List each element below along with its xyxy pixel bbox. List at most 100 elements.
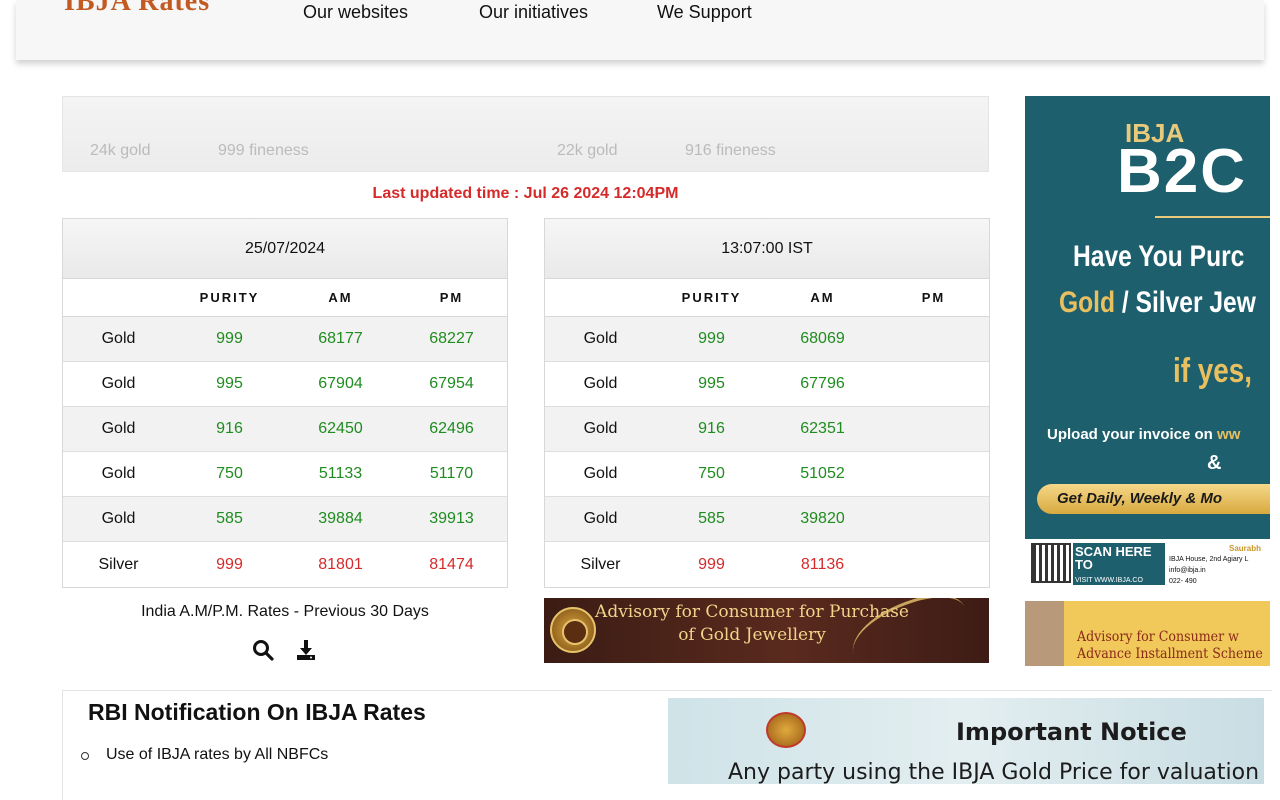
metal-cell: Silver — [580, 555, 621, 573]
ad-upload-link: ww — [1217, 426, 1241, 443]
metal-cell: Gold — [101, 375, 136, 392]
metal-cell: Gold — [583, 330, 618, 347]
am-rate-cell: 51052 — [800, 465, 845, 482]
purity-cell: 999 — [698, 330, 725, 347]
metal-cell: Gold — [583, 510, 618, 527]
pm-rate-cell: 81474 — [429, 555, 474, 573]
ad-if-yes: if yes, — [1173, 352, 1253, 390]
pm-rate-cell: 51170 — [429, 465, 474, 482]
purity-cell: 916 — [698, 420, 725, 437]
ad-headline-rest: / Silver Jew — [1115, 286, 1256, 319]
table-row: Gold 999 68069 — [545, 317, 989, 362]
table-column-headers: PURITY AM PM — [545, 279, 989, 317]
advance-ad-line-2: Advance Installment Scheme — [1077, 646, 1263, 662]
advisory-purchase-banner[interactable]: Advisory for Consumer for Purchase of Go… — [544, 598, 989, 663]
column-header-pm: PM — [439, 290, 464, 305]
ibja-emblem-icon — [550, 607, 596, 653]
purity-cell: 999 — [216, 555, 243, 573]
purity-cell: 995 — [216, 375, 243, 392]
rbi-link-nbfcs[interactable]: Use of IBJA rates by All NBFCs — [106, 746, 328, 764]
download-icon[interactable] — [294, 638, 318, 662]
rates-table-today: 13:07:00 IST PURITY AM PM Gold 999 68069… — [544, 218, 990, 588]
am-rate-cell: 68069 — [800, 330, 845, 347]
metal-cell: Gold — [101, 465, 136, 482]
purity-cell: 585 — [216, 510, 243, 527]
bullet-icon — [81, 752, 89, 760]
ad-contact-name: Saurabh — [1229, 544, 1262, 553]
column-header-purity: PURITY — [199, 290, 260, 305]
am-rate-cell: 81801 — [318, 555, 363, 573]
table-row: Silver 999 81136 — [545, 542, 989, 587]
am-rate-cell: 62351 — [800, 420, 845, 437]
purity-cell: 995 — [698, 375, 725, 392]
table-row: Gold 750 51052 — [545, 452, 989, 497]
purity-cell: 585 — [698, 510, 725, 527]
ad-address: Saurabh IBJA House, 2nd Agiary L info@ib… — [1169, 543, 1261, 587]
nav-our-initiatives[interactable]: Our initiatives — [479, 2, 588, 23]
table-row: Gold 585 39884 39913 — [63, 497, 507, 542]
column-header-am: AM — [328, 290, 353, 305]
important-notice-banner[interactable]: Important Notice Any party using the IBJ… — [668, 698, 1264, 784]
ad-footer: SCAN HERE TO VISIT WWW.IBJA.CO Saurabh IB… — [1025, 539, 1270, 588]
table-row: Gold 750 51133 51170 — [63, 452, 507, 497]
rate-ticker: 24k gold 999 fineness 22k gold 916 finen… — [62, 96, 989, 172]
purity-cell: 750 — [216, 465, 243, 482]
column-header-am: AM — [810, 290, 835, 305]
ad-phone: 022- 490 — [1169, 578, 1197, 585]
nav-our-websites[interactable]: Our websites — [303, 2, 408, 23]
am-rate-cell: 67904 — [318, 375, 363, 392]
notice-subtitle: Any party using the IBJA Gold Price for … — [728, 760, 1260, 784]
purity-cell: 916 — [216, 420, 243, 437]
notice-title: Important Notice — [956, 718, 1187, 746]
ticker-fineness-999: 999 fineness — [218, 142, 309, 159]
table-date-heading: 25/07/2024 — [63, 219, 507, 279]
ticker-fineness-916: 916 fineness — [685, 142, 776, 159]
site-header: IBJA Rates Our websites Our initiatives … — [16, 0, 1264, 60]
column-header-pm: PM — [921, 290, 946, 305]
search-icon[interactable] — [251, 638, 275, 662]
am-rate-cell: 39820 — [800, 510, 845, 527]
purity-cell: 999 — [698, 555, 725, 573]
b2c-sidebar-ad[interactable]: IBJA B2C Have You Purc Gold / Silver Jew… — [1025, 96, 1270, 588]
ad-upload-label: Upload your invoice on — [1047, 426, 1218, 443]
am-rate-cell: 39884 — [318, 510, 363, 527]
ticker-label-22k: 22k gold — [557, 142, 618, 159]
table-row: Gold 916 62351 — [545, 407, 989, 452]
ad-scan-url: VISIT WWW.IBJA.CO — [1075, 577, 1143, 584]
column-header-purity: PURITY — [681, 290, 742, 305]
ad-brand: B2C — [1117, 137, 1248, 206]
site-logo[interactable]: IBJA Rates — [64, 0, 210, 18]
am-rate-cell: 51133 — [318, 465, 363, 482]
am-rate-cell: 67796 — [800, 375, 845, 392]
rbi-section-title: RBI Notification On IBJA Rates — [88, 699, 426, 725]
ad-headline-1: Have You Purc — [1073, 240, 1245, 273]
advance-installment-ad[interactable]: Advisory for Consumer w Advance Installm… — [1025, 601, 1270, 666]
nav-we-support[interactable]: We Support — [657, 2, 752, 23]
pm-rate-cell: 68227 — [429, 330, 474, 347]
table-row: Gold 995 67904 67954 — [63, 362, 507, 407]
ad-headline-gold: Gold — [1059, 286, 1116, 319]
ad-ampersand: & — [1207, 452, 1222, 474]
ad-offer-pill: Get Daily, Weekly & Mo — [1037, 484, 1270, 514]
pm-rate-cell: 62496 — [429, 420, 474, 437]
table-row: Gold 999 68177 68227 — [63, 317, 507, 362]
metal-cell: Gold — [101, 330, 136, 347]
table-row: Silver 999 81801 81474 — [63, 542, 507, 587]
pm-rate-cell: 39913 — [429, 510, 474, 527]
qr-code-icon — [1031, 543, 1071, 583]
table-column-headers: PURITY AM PM — [63, 279, 507, 317]
metal-cell: Gold — [101, 420, 136, 437]
advance-ad-line-1: Advisory for Consumer w — [1077, 629, 1239, 645]
table-time-heading: 13:07:00 IST — [545, 219, 989, 279]
table-row: Gold 995 67796 — [545, 362, 989, 407]
metal-cell: Silver — [98, 555, 139, 573]
ad-scan-box: SCAN HERE TO VISIT WWW.IBJA.CO — [1073, 543, 1165, 585]
pm-rate-cell: 67954 — [429, 375, 474, 392]
ad-address-line: IBJA House, 2nd Agiary L — [1169, 556, 1249, 563]
rates-table-previous-day: 25/07/2024 PURITY AM PM Gold 999 68177 6… — [62, 218, 508, 588]
table-row: Gold 916 62450 62496 — [63, 407, 507, 452]
metal-cell: Gold — [583, 465, 618, 482]
ibja-emblem-icon — [766, 712, 806, 748]
purity-cell: 999 — [216, 330, 243, 347]
metal-cell: Gold — [583, 420, 618, 437]
